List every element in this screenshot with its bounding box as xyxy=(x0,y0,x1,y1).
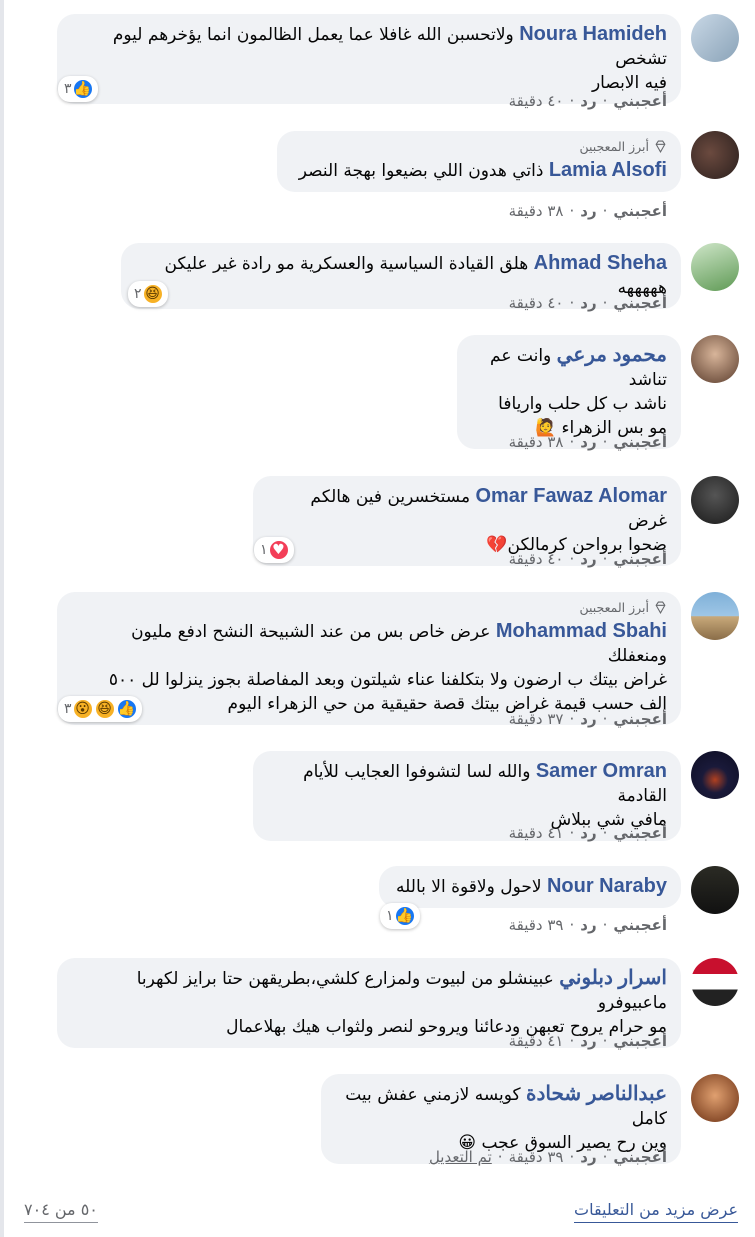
reactions-summary[interactable]: ٣ 😮 😆 👍 xyxy=(58,696,142,722)
view-more-comments-link[interactable]: عرض مزيد من التعليقات xyxy=(574,1200,738,1223)
reply-link[interactable]: رد xyxy=(580,294,596,312)
diamond-icon xyxy=(655,140,666,153)
avatar[interactable] xyxy=(691,335,739,383)
like-link[interactable]: أعجبني xyxy=(613,202,667,220)
comment-text: عبدالناصر شحادة كويسه لازمني عفش بيت كام… xyxy=(345,1083,667,1153)
reply-link[interactable]: رد xyxy=(580,1148,596,1166)
like-link[interactable]: أعجبني xyxy=(613,710,667,728)
avatar[interactable] xyxy=(691,866,739,914)
avatar[interactable] xyxy=(691,958,739,1006)
comment-actions: أعجبني · رد · ٣٩ دقيقة xyxy=(508,916,667,934)
reactions-summary[interactable]: ١ 👍 xyxy=(380,903,420,929)
reactions-summary[interactable]: ٣ 👍 xyxy=(58,76,98,102)
comment-time[interactable]: ٣٩ دقيقة xyxy=(509,916,564,934)
like-link[interactable]: أعجبني xyxy=(613,92,667,110)
comment-actions: أعجبني · رد · ٤٠ دقيقة xyxy=(508,550,667,568)
avatar[interactable] xyxy=(691,131,739,179)
haha-reaction-icon: 😆 xyxy=(141,283,164,305)
comment-bubble: أبرز المعجبين Mohammad Sbahi عرض خاص بس … xyxy=(57,592,681,725)
comment-actions: أعجبني · رد · ٣٨ دقيقة xyxy=(508,433,667,451)
comment-text: محمود مرعي وانت عم تناشد ناشد ب كل حلب و… xyxy=(490,344,667,438)
avatar[interactable] xyxy=(691,751,739,799)
comment-time[interactable]: ٤١ دقيقة xyxy=(509,1032,564,1050)
like-link[interactable]: أعجبني xyxy=(613,824,667,842)
like-link[interactable]: أعجبني xyxy=(613,433,667,451)
comment-actions: أعجبني · رد · ٣٨ دقيقة xyxy=(508,202,667,220)
commenter-name[interactable]: Nour Naraby xyxy=(547,875,667,897)
like-reaction-icon: 👍 xyxy=(393,905,416,927)
love-reaction-icon: ♥ xyxy=(267,539,290,561)
comment-text: Samer Omran والله لسا لتشوفوا العجايب لل… xyxy=(303,760,667,830)
reply-link[interactable]: رد xyxy=(580,92,596,110)
avatar[interactable] xyxy=(691,243,739,291)
like-link[interactable]: أعجبني xyxy=(613,1148,667,1166)
reply-link[interactable]: رد xyxy=(580,550,596,568)
comment-time[interactable]: ٤٠ دقيقة xyxy=(509,550,564,568)
commenter-name[interactable]: محمود مرعي xyxy=(557,344,667,366)
comment-bubble: محمود مرعي وانت عم تناشد ناشد ب كل حلب و… xyxy=(457,335,681,449)
comment-bubble: أبرز المعجبين Lamia Alsofi ذاتي هدون الل… xyxy=(277,131,681,192)
comments-count: ٥٠ من ٧٠٤ xyxy=(24,1200,98,1223)
top-fan-badge: أبرز المعجبين xyxy=(71,600,667,615)
reply-link[interactable]: رد xyxy=(580,1032,596,1050)
comment-actions: أعجبني · رد · ٤٠ دقيقة xyxy=(508,294,667,312)
like-link[interactable]: أعجبني xyxy=(613,916,667,934)
commenter-name[interactable]: عبدالناصر شحادة xyxy=(526,1083,667,1105)
comment-text: Lamia Alsofi ذاتي هدون اللي بضيعوا بهجة … xyxy=(298,159,667,181)
reply-link[interactable]: رد xyxy=(580,433,596,451)
reply-link[interactable]: رد xyxy=(580,202,596,220)
commenter-name[interactable]: Mohammad Sbahi xyxy=(496,620,667,642)
comment-text: Omar Fawaz Alomar مستخسرين فين هالكم غرض… xyxy=(310,485,667,555)
commenter-name[interactable]: Noura Hamideh xyxy=(519,23,667,45)
comment-bubble: Noura Hamideh ولاتحسبن الله غافلا عما يع… xyxy=(57,14,681,104)
comment-actions: أعجبني · رد · ٤١ دقيقة xyxy=(508,1032,667,1050)
diamond-icon xyxy=(655,601,666,614)
avatar[interactable] xyxy=(691,592,739,640)
commenter-name[interactable]: Omar Fawaz Alomar xyxy=(475,485,667,507)
comment-time[interactable]: ٣٨ دقيقة xyxy=(509,202,564,220)
haha-reaction-icon: 😆 xyxy=(93,698,116,720)
like-link[interactable]: أعجبني xyxy=(613,1032,667,1050)
wow-reaction-icon: 😮 xyxy=(71,698,94,720)
left-border xyxy=(0,0,4,1237)
comment-bubble: Nour Naraby لاحول ولاقوة الا بالله xyxy=(379,866,681,908)
commenter-name[interactable]: Lamia Alsofi xyxy=(549,159,667,181)
commenter-name[interactable]: Samer Omran xyxy=(536,760,667,782)
avatar[interactable] xyxy=(691,476,739,524)
top-fan-badge: أبرز المعجبين xyxy=(291,139,667,154)
comment-text: اسرار دبلوني عبينشلو من لبيوت ولمزارع كل… xyxy=(136,967,667,1037)
comment-time[interactable]: ٣٨ دقيقة xyxy=(509,433,564,451)
comment-time[interactable]: ٣٩ دقيقة xyxy=(509,1148,564,1166)
like-reaction-icon: 👍 xyxy=(71,78,94,100)
reactions-summary[interactable]: ٢ 😆 xyxy=(128,281,168,307)
avatar[interactable] xyxy=(691,1074,739,1122)
like-link[interactable]: أعجبني xyxy=(613,294,667,312)
comment-text: Ahmad Sheha هلق القيادة السياسية والعسكر… xyxy=(164,252,667,298)
commenter-name[interactable]: اسرار دبلوني xyxy=(559,967,667,989)
reply-link[interactable]: رد xyxy=(580,916,596,934)
comment-actions: أعجبني · رد · ٤١ دقيقة xyxy=(508,824,667,842)
comment-time[interactable]: ٣٧ دقيقة xyxy=(509,710,564,728)
comment-time[interactable]: ٤٠ دقيقة xyxy=(509,294,564,312)
avatar[interactable] xyxy=(691,14,739,62)
edited-label[interactable]: تم التعديل xyxy=(429,1148,492,1166)
like-reaction-icon: 👍 xyxy=(115,698,138,720)
comment-actions: أعجبني · رد · ٣٧ دقيقة xyxy=(508,710,667,728)
comment-actions: أعجبني · رد · ٤٠ دقيقة xyxy=(508,92,667,110)
comment-time[interactable]: ٤٠ دقيقة xyxy=(509,92,564,110)
comments-footer: عرض مزيد من التعليقات ٥٠ من ٧٠٤ xyxy=(0,1196,755,1236)
reply-link[interactable]: رد xyxy=(580,710,596,728)
comment-text: Mohammad Sbahi عرض خاص بس من عند الشبيحة… xyxy=(108,620,667,714)
like-link[interactable]: أعجبني xyxy=(613,550,667,568)
commenter-name[interactable]: Ahmad Sheha xyxy=(534,252,667,274)
comment-time[interactable]: ٤١ دقيقة xyxy=(509,824,564,842)
comment-text: Noura Hamideh ولاتحسبن الله غافلا عما يع… xyxy=(112,23,667,93)
comment-text: Nour Naraby لاحول ولاقوة الا بالله xyxy=(396,875,667,897)
reply-link[interactable]: رد xyxy=(580,824,596,842)
reactions-summary[interactable]: ١ ♥ xyxy=(254,537,294,563)
comment-actions: أعجبني · رد · ٣٩ دقيقة · تم التعديل xyxy=(428,1148,667,1166)
